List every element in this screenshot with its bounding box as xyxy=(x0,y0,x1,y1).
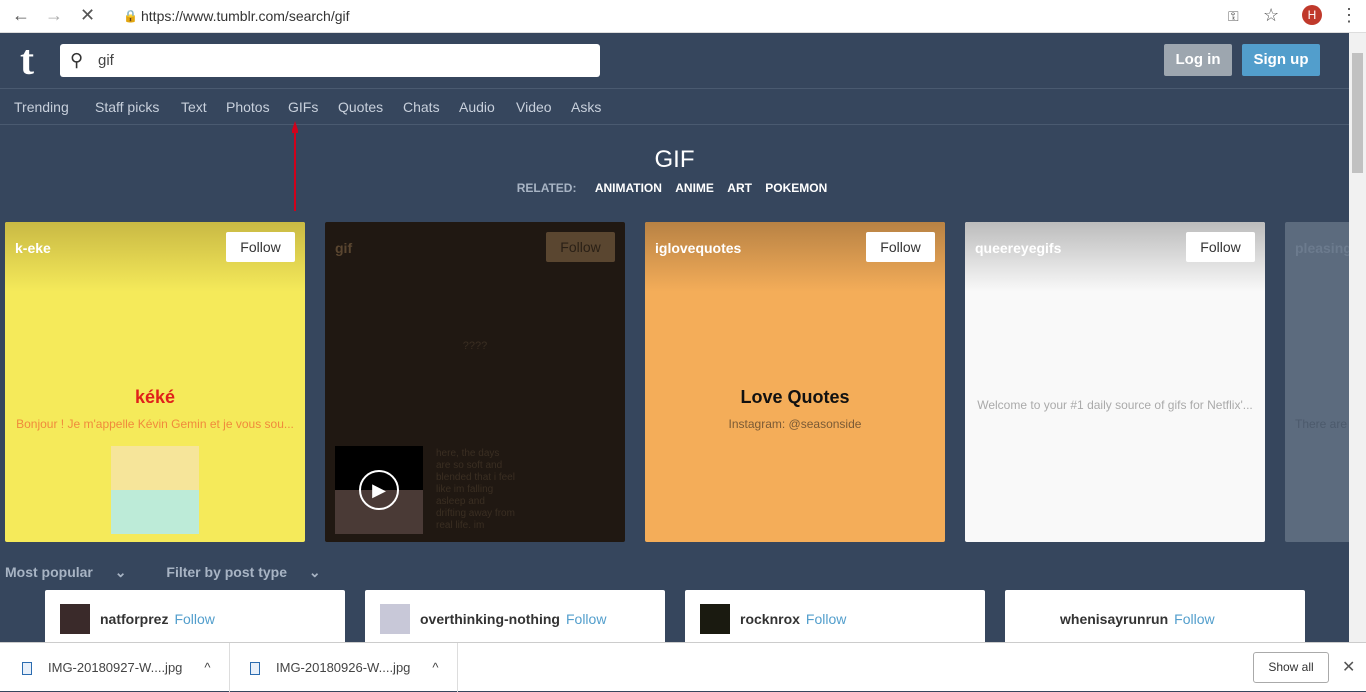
scrollbar[interactable] xyxy=(1349,33,1366,642)
blog-result[interactable]: overthinking-nothing Follow xyxy=(365,590,665,642)
search-input[interactable]: ⚲ gif xyxy=(60,44,600,77)
sort-label: Most popular xyxy=(5,564,93,580)
related-tags: RELATED: ANIMATION ANIME ART POKEMON xyxy=(0,181,1349,195)
blog-name[interactable]: k-eke xyxy=(15,240,51,256)
tab-audio[interactable]: Audio xyxy=(459,99,495,115)
blog-result[interactable]: natforprez Follow xyxy=(45,590,345,642)
chevron-up-icon[interactable]: ^ xyxy=(204,660,210,675)
blog-title: kéké xyxy=(134,387,176,407)
search-value: gif xyxy=(98,52,114,69)
tab-photos[interactable]: Photos xyxy=(226,99,270,115)
play-icon[interactable]: ▶ xyxy=(359,470,399,510)
blog-name[interactable]: pleasing xyxy=(1295,240,1349,256)
blog-card-iglovequotes[interactable]: iglovequotes Follow Love Quotes Instagra… xyxy=(645,222,945,542)
blog-result[interactable]: rocknrox Follow xyxy=(685,590,985,642)
related-tag[interactable]: POKEMON xyxy=(765,181,827,195)
search-icon: ⚲ xyxy=(70,50,84,70)
blog-description: Bonjour ! Je m'appelle Kévin Gemin et je… xyxy=(16,417,294,431)
forward-icon[interactable]: → xyxy=(45,5,63,26)
tab-gifs[interactable]: GIFs xyxy=(288,99,318,115)
file-icon xyxy=(250,662,260,676)
back-icon[interactable]: ← xyxy=(12,5,30,26)
avatar xyxy=(60,604,90,634)
file-icon xyxy=(22,662,32,676)
avatar xyxy=(380,604,410,634)
blog-name[interactable]: overthinking-nothing xyxy=(420,611,560,627)
blog-name[interactable]: whenisayrunrun xyxy=(1060,611,1168,627)
menu-icon[interactable]: ⋮ xyxy=(1340,5,1358,26)
file-name: IMG-20180926-W....jpg xyxy=(276,660,411,675)
sort-dropdown[interactable]: Most popular ⌄ xyxy=(5,564,145,580)
follow-link[interactable]: Follow xyxy=(174,611,214,627)
profile-avatar[interactable]: H xyxy=(1302,5,1322,25)
star-icon[interactable]: ☆ xyxy=(1263,5,1279,26)
blog-name[interactable]: natforprez xyxy=(100,611,168,627)
related-tag[interactable]: ANIME xyxy=(675,181,714,195)
tab-video[interactable]: Video xyxy=(516,99,552,115)
blog-card-gif[interactable]: gif Follow ???? ▶ here, the days are so … xyxy=(325,222,625,542)
avatar xyxy=(1020,604,1050,634)
post-type-label: Filter by post type xyxy=(166,564,287,580)
blog-result[interactable]: whenisayrunrun Follow xyxy=(1005,590,1305,642)
page-title: GIF xyxy=(654,146,695,173)
related-tag[interactable]: ART xyxy=(727,181,752,195)
blog-name[interactable]: gif xyxy=(335,240,352,256)
avatar xyxy=(700,604,730,634)
download-bar: IMG-20180927-W....jpg ^ IMG-20180926-W...… xyxy=(0,642,1366,692)
follow-button[interactable]: Follow xyxy=(1186,232,1255,262)
blog-card-queereyegifs[interactable]: queereyegifs Follow Welcome to your #1 d… xyxy=(965,222,1265,542)
follow-button[interactable]: Follow xyxy=(546,232,615,262)
scrollbar-thumb[interactable] xyxy=(1352,53,1363,173)
follow-button[interactable]: Follow xyxy=(866,232,935,262)
blog-name[interactable]: rocknrox xyxy=(740,611,800,627)
tumblr-page: t ⚲ gif Log in Sign up Trending Staff pic… xyxy=(0,33,1349,642)
tab-text[interactable]: Text xyxy=(181,99,207,115)
blog-description: here, the days are so soft and blended t… xyxy=(436,448,515,528)
tab-chats[interactable]: Chats xyxy=(403,99,440,115)
blog-card-pleasing[interactable]: pleasing There are xyxy=(1285,222,1349,542)
follow-button[interactable]: Follow xyxy=(226,232,295,262)
tab-trending[interactable]: Trending xyxy=(14,99,69,115)
tab-asks[interactable]: Asks xyxy=(571,99,601,115)
file-name: IMG-20180927-W....jpg xyxy=(48,660,183,675)
blog-card-k-eke[interactable]: k-eke Follow kéké Bonjour ! Je m'appelle… xyxy=(5,222,305,542)
tab-quotes[interactable]: Quotes xyxy=(338,99,383,115)
video-thumbnail[interactable]: ▶ xyxy=(335,446,423,534)
related-tag[interactable]: ANIMATION xyxy=(595,181,662,195)
lock-icon: 🔒 xyxy=(123,9,138,23)
browser-toolbar: ← → ✕ 🔒 https://www.tumblr.com/search/gif… xyxy=(0,0,1366,33)
post-type-nav: Trending Staff picks Text Photos GIFs Qu… xyxy=(0,88,1349,125)
url-text: https://www.tumblr.com/search/gif xyxy=(141,8,350,24)
close-icon[interactable]: ✕ xyxy=(1342,657,1355,677)
blog-title: ???? xyxy=(462,340,488,352)
download-item[interactable]: IMG-20180927-W....jpg ^ xyxy=(0,643,230,692)
related-label: RELATED: xyxy=(516,181,577,195)
login-button[interactable]: Log in xyxy=(1164,44,1232,76)
blog-description: There are xyxy=(1295,417,1348,431)
blog-name[interactable]: iglovequotes xyxy=(655,240,741,256)
chevron-up-icon[interactable]: ^ xyxy=(432,660,438,675)
blog-name[interactable]: queereyegifs xyxy=(975,240,1061,256)
chevron-down-icon: ⌄ xyxy=(308,564,321,580)
tab-staff-picks[interactable]: Staff picks xyxy=(95,99,159,115)
follow-link[interactable]: Follow xyxy=(566,611,606,627)
post-type-dropdown[interactable]: Filter by post type ⌄ xyxy=(166,564,338,580)
blog-description: Welcome to your #1 daily source of gifs … xyxy=(977,398,1253,412)
download-item[interactable]: IMG-20180926-W....jpg ^ xyxy=(230,643,458,692)
blog-title: Love Quotes xyxy=(740,387,850,407)
follow-link[interactable]: Follow xyxy=(806,611,846,627)
tumblr-logo[interactable]: t xyxy=(20,40,34,82)
blog-description: Instagram: @seasonside xyxy=(728,417,862,431)
address-bar[interactable]: 🔒 https://www.tumblr.com/search/gif xyxy=(113,5,1293,27)
stop-icon[interactable]: ✕ xyxy=(80,5,95,26)
chevron-down-icon: ⌄ xyxy=(114,564,127,580)
key-icon[interactable]: ⚿ xyxy=(1228,8,1239,25)
show-all-button[interactable]: Show all xyxy=(1253,652,1329,683)
filters: Most popular ⌄ Filter by post type ⌄ xyxy=(5,564,357,581)
signup-button[interactable]: Sign up xyxy=(1242,44,1320,76)
follow-link[interactable]: Follow xyxy=(1174,611,1214,627)
blog-image xyxy=(111,446,199,534)
